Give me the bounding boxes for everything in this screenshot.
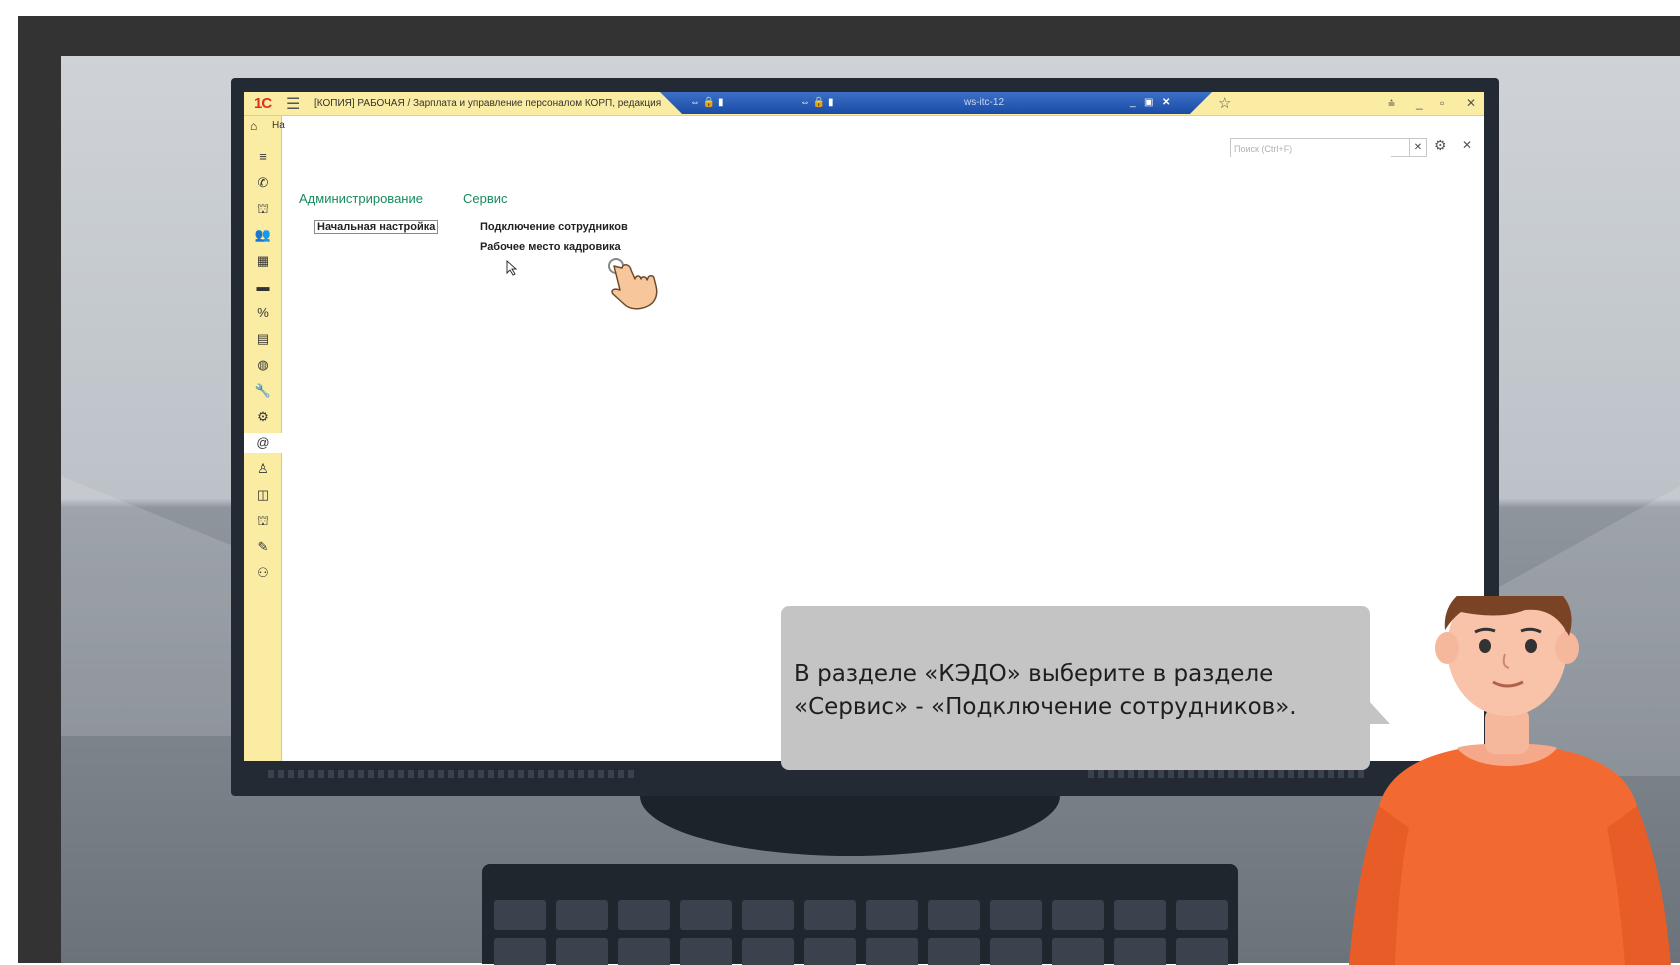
wrench-icon[interactable]: 🔧 bbox=[252, 381, 274, 401]
keyboard-key bbox=[928, 938, 980, 965]
graduation-icon[interactable]: ⛫ bbox=[252, 511, 274, 531]
monitor-vent bbox=[1088, 770, 1368, 778]
keyboard bbox=[482, 864, 1238, 965]
search-field[interactable] bbox=[1230, 138, 1410, 157]
person-icon[interactable]: ♙ bbox=[252, 459, 274, 479]
people-icon[interactable]: ⚇ bbox=[252, 563, 274, 583]
mouse-pointer-icon bbox=[506, 260, 518, 276]
keyboard-key bbox=[556, 938, 608, 965]
keyboard-key bbox=[804, 938, 856, 965]
command-hr-workplace[interactable]: Рабочее место кадровика bbox=[480, 241, 621, 253]
card-icon[interactable]: ▬ bbox=[252, 277, 274, 297]
search-clear-icon[interactable]: ✕ bbox=[1410, 138, 1427, 157]
favorites-star-icon[interactable]: ☆ bbox=[1218, 94, 1231, 112]
search-input[interactable] bbox=[1231, 141, 1391, 157]
keyboard-key bbox=[680, 938, 732, 965]
calculator-icon[interactable]: ▦ bbox=[252, 251, 274, 271]
keyboard-key bbox=[742, 900, 794, 930]
gear-icon[interactable]: ⚙ bbox=[1434, 137, 1447, 154]
keyboard-key bbox=[1176, 900, 1228, 930]
keyboard-key bbox=[494, 938, 546, 965]
keyboard-key bbox=[680, 900, 732, 930]
pointing-hand-icon bbox=[608, 258, 658, 310]
percent-icon[interactable]: % bbox=[252, 303, 274, 323]
home-icon[interactable]: ⌂ bbox=[250, 119, 257, 133]
command-initial-setup[interactable]: Начальная настройка bbox=[314, 220, 439, 234]
onec-logo: 1С bbox=[254, 95, 272, 112]
keyboard-key bbox=[866, 900, 918, 930]
keyboard-key bbox=[1176, 938, 1228, 965]
rdp-minimize-icon[interactable]: _ bbox=[1130, 97, 1136, 108]
settings-lines-icon[interactable]: ⩮ bbox=[1388, 96, 1395, 111]
keyboard-key bbox=[618, 900, 670, 930]
pin-icon[interactable]: ⇔ 🔒 ▮ bbox=[690, 97, 724, 108]
presenter-character bbox=[1349, 596, 1671, 965]
graduation-icon[interactable]: ⛫ bbox=[252, 199, 274, 219]
sections-icon[interactable]: ◫ bbox=[252, 485, 274, 505]
phone-icon[interactable]: ✆ bbox=[252, 173, 274, 193]
main-menu-icon[interactable]: ☰ bbox=[286, 94, 300, 114]
keyboard-key bbox=[494, 900, 546, 930]
globe-icon[interactable]: ◍ bbox=[252, 355, 274, 375]
sections-panel: ⌂ На ≡ ✆ ⛫ 👥 ▦ ▬% ▤ ◍ 🔧 ⚙ @ ♙ ◫ ⛫ ✎ ⚇ bbox=[244, 116, 285, 761]
speech-bubble: В разделе «КЭДО» выберите в разделе «Сер… bbox=[781, 606, 1370, 770]
menu-icon[interactable]: ≡ bbox=[252, 147, 274, 167]
maximize-icon[interactable]: ▫ bbox=[1440, 96, 1444, 110]
keyboard-key bbox=[1052, 938, 1104, 965]
command-connect-employees[interactable]: Подключение сотрудников bbox=[480, 221, 628, 233]
title-bar: 1С ☰ [КОПИЯ] РАБОЧАЯ / Зарплата и управл… bbox=[244, 92, 1484, 116]
close-icon[interactable]: ✕ bbox=[1466, 96, 1476, 110]
users-icon[interactable]: 👥 bbox=[252, 225, 274, 245]
keyboard-key bbox=[1114, 900, 1166, 930]
keyboard-key bbox=[990, 900, 1042, 930]
keyboard-key bbox=[1114, 938, 1166, 965]
keyboard-key bbox=[1052, 900, 1104, 930]
remote-desktop-bar: ⇔ 🔒 ▮ ⇔ 🔒 ▮ ws-itc-12 _ ▣ ✕ bbox=[660, 92, 1212, 114]
minimize-icon[interactable]: _ bbox=[1416, 96, 1423, 110]
documents-icon[interactable]: ▤ bbox=[252, 329, 274, 349]
rdp-restore-icon[interactable]: ▣ bbox=[1144, 97, 1153, 108]
gear-icon[interactable]: ⚙ bbox=[252, 407, 274, 427]
home-tab-label[interactable]: На bbox=[272, 120, 285, 131]
section-title-service: Сервис bbox=[463, 191, 508, 206]
remote-host-name: ws-itc-12 bbox=[964, 97, 1005, 108]
window-title: [КОПИЯ] РАБОЧАЯ / Зарплата и управление … bbox=[314, 98, 662, 109]
keyboard-key bbox=[556, 900, 608, 930]
keyboard-key bbox=[618, 938, 670, 965]
at-icon[interactable]: @ bbox=[244, 433, 282, 453]
connection-icon[interactable]: ⇔ 🔒 ▮ bbox=[800, 97, 834, 108]
keyboard-key bbox=[742, 938, 794, 965]
keyboard-key bbox=[866, 938, 918, 965]
keyboard-key bbox=[804, 900, 856, 930]
edit-icon[interactable]: ✎ bbox=[252, 537, 274, 557]
keyboard-key bbox=[990, 938, 1042, 965]
close-panel-icon[interactable]: ✕ bbox=[1462, 138, 1472, 152]
instruction-text: В разделе «КЭДО» выберите в разделе «Сер… bbox=[794, 661, 1297, 720]
section-title-administration: Администрирование bbox=[299, 191, 423, 206]
monitor-vent bbox=[268, 770, 638, 778]
keyboard-key bbox=[928, 900, 980, 930]
rdp-close-icon[interactable]: ✕ bbox=[1162, 97, 1170, 108]
